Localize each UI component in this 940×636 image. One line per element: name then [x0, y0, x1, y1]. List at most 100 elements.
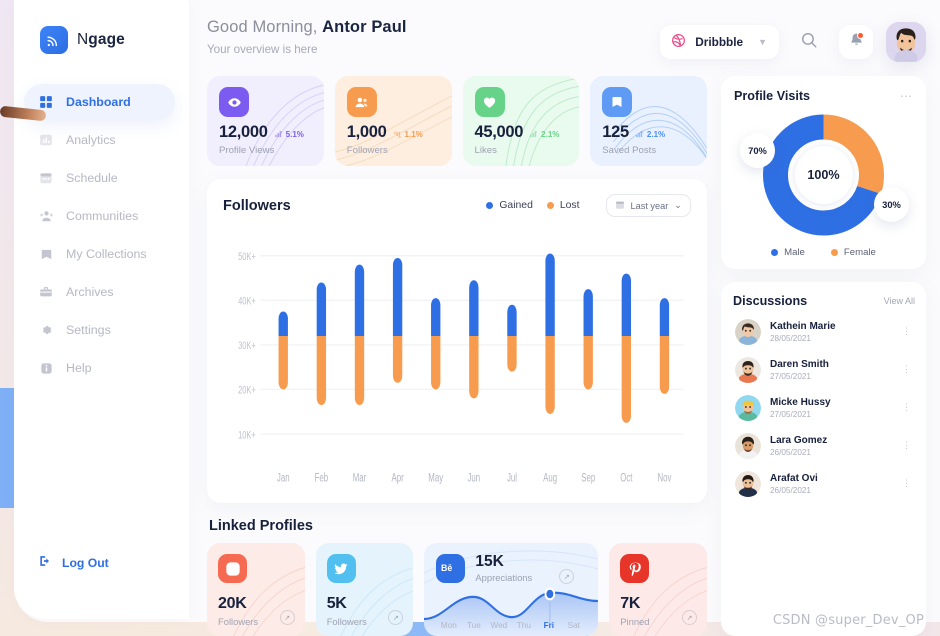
briefcase-icon	[38, 284, 54, 300]
x-axis-tick-label: Jun	[468, 472, 481, 485]
notification-badge	[857, 32, 864, 39]
more-options-icon[interactable]: ⋮	[902, 327, 911, 336]
avatar	[735, 357, 761, 383]
status-badge: 2.1%	[635, 130, 665, 139]
discussions-card: Discussions View All Kathein Marie 28/05…	[721, 282, 926, 636]
view-all-link[interactable]: View All	[884, 296, 915, 306]
list-item[interactable]: Arafat Ovi 26/05/2021 ⋮	[733, 466, 915, 502]
bar-segment-lost	[278, 335, 288, 390]
brand-name: Ngage	[77, 31, 125, 49]
donut-legend: Male Female	[734, 247, 913, 258]
bookmark-icon	[602, 87, 633, 117]
sidebar-item-label: My Collections	[66, 247, 147, 261]
people-group-icon	[38, 208, 54, 224]
stat-card-followers[interactable]: 1,000 1.1% Followers	[334, 76, 452, 166]
more-options-icon[interactable]: ⋮	[902, 403, 911, 412]
page-subtitle: Your overview is here	[207, 43, 318, 56]
brand-select[interactable]: Dribbble ▼	[660, 25, 779, 59]
brand-select-label: Dribbble	[695, 35, 744, 49]
sidebar-item-label: Settings	[66, 323, 111, 337]
page-title: Good Morning, Antor Paul	[207, 18, 407, 37]
sidebar-item-my-collections[interactable]: My Collections	[24, 236, 175, 272]
date-range-select[interactable]: Last year ⌄	[605, 194, 691, 217]
discussion-date: 27/05/2021	[770, 372, 811, 381]
linked-profile-card-twitter[interactable]: 5K Followers ↗	[315, 543, 414, 636]
twitter-icon	[326, 554, 356, 583]
legend-dot	[771, 249, 779, 256]
donut-label-female: 30%	[874, 187, 909, 222]
avatar[interactable]	[886, 22, 926, 62]
behance-day-axis: Mon Tue Wed Thu Fri Sat	[436, 621, 586, 630]
discussion-info: Kathein Marie 28/05/2021	[770, 321, 836, 343]
grid-icon	[38, 94, 54, 110]
y-axis-tick-label: 40K+	[238, 295, 256, 308]
stat-delta-value: 2.1%	[646, 130, 666, 139]
people-icon	[346, 87, 377, 117]
trend-up-icon	[274, 131, 282, 138]
stat-value-row: 12,000 5.1%	[219, 123, 312, 141]
linked-profile-card-pinterest[interactable]: 7K Pinned ↗	[609, 543, 707, 636]
stat-card-profile-views[interactable]: 12,000 5.1% Profile Views	[207, 76, 324, 166]
linked-profile-card-instagram[interactable]: 20K Followers ↗	[207, 543, 305, 636]
open-link-icon[interactable]: ↗	[279, 610, 295, 625]
y-axis-tick-label: 50K+	[238, 251, 256, 264]
chart-legend: Gained Lost Last year ⌄	[486, 194, 691, 217]
status-badge: 1.1%	[393, 130, 423, 139]
sidebar-item-communities[interactable]: Communities	[24, 198, 175, 234]
day-label: Sat	[567, 621, 580, 630]
instagram-icon	[218, 554, 247, 583]
sidebar-item-dashboard[interactable]: Dashboard	[24, 84, 175, 120]
sidebar-item-settings[interactable]: Settings	[24, 312, 175, 348]
search-button[interactable]	[792, 25, 826, 59]
linked-profiles-grid: 20K Followers ↗ 5K Followers ↗ Bē 15K Ap…	[207, 543, 707, 636]
stat-card-likes[interactable]: 45,000 2.1% Likes	[462, 76, 580, 166]
stat-cards: 12,000 5.1% Profile Views 1,000 1.1% Fol…	[207, 76, 707, 166]
right-column: Profile Visits ⋯ 70% 30% 100% Male Femal…	[721, 76, 926, 636]
followers-chart-card: Followers Gained Lost Last year ⌄ 10K+ 2…	[207, 179, 707, 503]
day-label-active: Fri	[543, 621, 555, 630]
notifications-button[interactable]	[839, 25, 873, 59]
linked-profiles-title: Linked Profiles	[209, 518, 313, 534]
list-item[interactable]: Kathein Marie 28/05/2021 ⋮	[733, 314, 915, 350]
sidebar-item-label: Help	[66, 361, 92, 375]
discussion-date: 26/05/2021	[770, 448, 811, 457]
stat-value-row: 45,000 2.1%	[475, 123, 568, 141]
logout-button[interactable]: Log Out	[38, 554, 165, 571]
greeting-prefix: Good Morning,	[207, 18, 318, 36]
sidebar-item-help[interactable]: Help	[24, 350, 175, 386]
brand-logo-block[interactable]: Ngage	[14, 26, 189, 54]
logout-block: Log Out	[14, 554, 189, 571]
linked-profile-card-behance[interactable]: Bē 15K Appreciations ↗ Mon Tue Wed Thu F…	[424, 543, 599, 636]
open-link-icon[interactable]: ↗	[559, 569, 575, 584]
list-item[interactable]: Lara Gomez 26/05/2021 ⋮	[733, 428, 915, 464]
day-label: Mon	[440, 621, 457, 630]
stat-card-saved-posts[interactable]: 125 2.1% Saved Posts	[590, 76, 707, 166]
list-item[interactable]: Daren Smith 27/05/2021 ⋮	[733, 352, 915, 388]
sidebar-item-schedule[interactable]: Schedule	[24, 160, 175, 196]
x-axis-tick-label: Sep	[581, 472, 595, 485]
trend-down-icon	[393, 131, 401, 138]
sidebar-item-label: Communities	[66, 209, 139, 223]
legend-label: Gained	[499, 200, 533, 211]
more-options-icon[interactable]: ⋮	[902, 479, 911, 488]
brand-name-bold: gage	[88, 31, 125, 48]
sidebar-item-analytics[interactable]: Analytics	[24, 122, 175, 158]
profile-visits-title: Profile Visits	[734, 89, 811, 103]
more-options-icon[interactable]: ⋮	[902, 365, 911, 374]
x-axis-tick-label: Aug	[543, 472, 557, 485]
legend-label: Lost	[559, 200, 580, 211]
discussion-date: 28/05/2021	[770, 334, 811, 343]
bar-segment-lost	[316, 335, 327, 406]
sidebar-item-archives[interactable]: Archives	[24, 274, 175, 310]
open-link-icon[interactable]: ↗	[682, 610, 697, 625]
avatar	[735, 433, 761, 459]
signal-broadcast-icon	[40, 26, 68, 54]
gear-icon	[38, 322, 54, 338]
bar-segment-gained	[545, 253, 555, 336]
stat-delta-value: 5.1%	[285, 130, 304, 139]
sidebar: Ngage Dashboard Analytics Schedule Commu…	[0, 0, 189, 619]
more-dots-icon[interactable]: ⋯	[900, 90, 913, 102]
list-item[interactable]: Micke Hussy 27/05/2021 ⋮	[733, 390, 915, 426]
more-options-icon[interactable]: ⋮	[902, 441, 911, 450]
legend-label: Female	[843, 247, 876, 258]
